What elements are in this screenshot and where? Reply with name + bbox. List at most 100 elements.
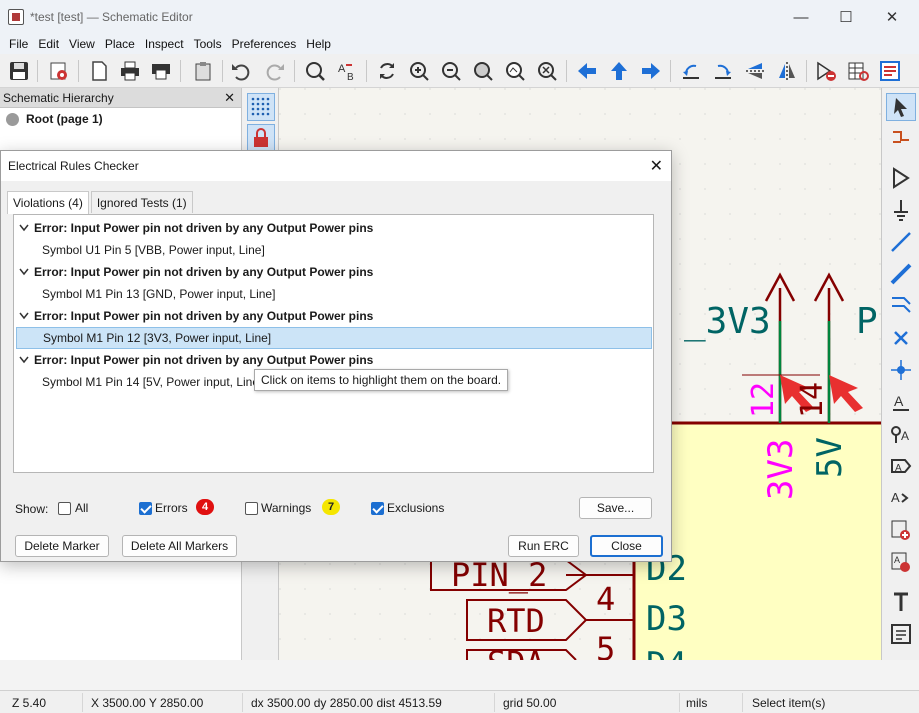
dialog-title: Electrical Rules Checker bbox=[8, 159, 139, 173]
violations-list[interactable]: Error: Input Power pin not driven by any… bbox=[13, 214, 654, 473]
menu-tools[interactable]: Tools bbox=[189, 37, 227, 51]
new-page-icon[interactable] bbox=[86, 58, 112, 84]
dialog-close-icon[interactable]: ✕ bbox=[650, 156, 663, 176]
main-toolbar: AB bbox=[0, 54, 919, 88]
save-button[interactable]: Save... bbox=[579, 497, 652, 519]
warnings-checkbox[interactable] bbox=[245, 502, 258, 515]
violation-row[interactable]: Error: Input Power pin not driven by any… bbox=[16, 261, 652, 283]
menu-preferences[interactable]: Preferences bbox=[227, 37, 302, 51]
annotate-icon[interactable] bbox=[813, 58, 839, 84]
junction-icon[interactable] bbox=[886, 356, 916, 384]
zoom-out-icon[interactable] bbox=[438, 58, 464, 84]
tab-ignored-tests[interactable]: Ignored Tests (1) bbox=[90, 191, 193, 213]
menu-help[interactable]: Help bbox=[301, 37, 336, 51]
violation-title: Error: Input Power pin not driven by any… bbox=[34, 265, 374, 279]
rotate-cw-icon[interactable] bbox=[710, 58, 736, 84]
zoom-in-icon[interactable] bbox=[406, 58, 432, 84]
chevron-down-icon[interactable] bbox=[18, 356, 30, 364]
undo-icon[interactable] bbox=[228, 58, 254, 84]
minimize-button[interactable]: — bbox=[781, 4, 821, 30]
close-window-button[interactable]: ✕ bbox=[872, 4, 912, 30]
add-power-icon[interactable] bbox=[886, 196, 916, 224]
menu-place[interactable]: Place bbox=[100, 37, 140, 51]
all-checkbox-label[interactable]: All bbox=[75, 501, 88, 515]
add-wire-icon[interactable] bbox=[886, 228, 916, 256]
menu-file[interactable]: File bbox=[4, 37, 33, 51]
bom-icon[interactable] bbox=[877, 58, 903, 84]
add-symbol-icon[interactable] bbox=[886, 164, 916, 192]
errors-checkbox[interactable] bbox=[139, 502, 152, 515]
violation-detail-row[interactable]: Symbol M1 Pin 13 [GND, Power input, Line… bbox=[16, 283, 652, 305]
plot-icon[interactable] bbox=[148, 58, 174, 84]
pin-number-5: 5 bbox=[596, 630, 615, 660]
refresh-icon[interactable] bbox=[374, 58, 400, 84]
global-label-icon[interactable]: A bbox=[886, 452, 916, 480]
violation-row[interactable]: Error: Input Power pin not driven by any… bbox=[16, 349, 652, 371]
find-icon[interactable] bbox=[302, 58, 328, 84]
violation-row[interactable]: Error: Input Power pin not driven by any… bbox=[16, 305, 652, 327]
navigate-up-icon[interactable] bbox=[606, 58, 632, 84]
mirror-vertical-icon[interactable] bbox=[742, 58, 768, 84]
hierarchy-close-button[interactable]: ✕ bbox=[224, 90, 235, 106]
label-sda: SDA bbox=[487, 644, 545, 660]
add-sheet-icon[interactable] bbox=[886, 516, 916, 544]
exclusions-checkbox-label[interactable]: Exclusions bbox=[387, 501, 444, 515]
mirror-horizontal-icon[interactable] bbox=[774, 58, 800, 84]
violation-detail-row[interactable]: Symbol U1 Pin 5 [VBB, Power input, Line] bbox=[16, 239, 652, 261]
close-button[interactable]: Close bbox=[590, 535, 663, 557]
lock-icon[interactable] bbox=[247, 124, 275, 152]
delete-all-markers-button[interactable]: Delete All Markers bbox=[122, 535, 237, 557]
menu-inspect[interactable]: Inspect bbox=[140, 37, 189, 51]
add-label-icon[interactable]: A bbox=[886, 388, 916, 416]
status-units: mils bbox=[686, 696, 708, 710]
hierarchical-label-icon[interactable]: A bbox=[886, 484, 916, 512]
all-checkbox[interactable] bbox=[58, 502, 71, 515]
run-erc-button[interactable]: Run ERC bbox=[508, 535, 579, 557]
import-sheet-pin-icon[interactable]: A bbox=[886, 548, 916, 576]
violation-detail: Symbol M1 Pin 14 [5V, Power input, Line] bbox=[42, 375, 263, 389]
symbol-fields-table-icon[interactable] bbox=[845, 58, 871, 84]
violation-detail: Symbol M1 Pin 13 [GND, Power input, Line… bbox=[42, 287, 276, 301]
delete-marker-button[interactable]: Delete Marker bbox=[15, 535, 109, 557]
rotate-ccw-icon[interactable] bbox=[678, 58, 704, 84]
net-class-label-icon[interactable]: A bbox=[886, 420, 916, 448]
select-cursor-icon[interactable] bbox=[886, 93, 916, 121]
violation-detail-row-selected[interactable]: Symbol M1 Pin 12 [3V3, Power input, Line… bbox=[16, 327, 652, 349]
dialog-tabs: Violations (4) Ignored Tests (1) bbox=[7, 191, 195, 214]
show-label: Show: bbox=[15, 502, 49, 516]
zoom-selection-icon[interactable] bbox=[534, 58, 560, 84]
chevron-down-icon[interactable] bbox=[18, 268, 30, 276]
menu-edit[interactable]: Edit bbox=[33, 37, 64, 51]
bus-entry-icon[interactable] bbox=[886, 292, 916, 320]
zoom-fit-icon[interactable] bbox=[470, 58, 496, 84]
add-bus-icon[interactable] bbox=[886, 260, 916, 288]
right-toolbar: A A A A A bbox=[881, 88, 919, 660]
violation-row[interactable]: Error: Input Power pin not driven by any… bbox=[16, 217, 652, 239]
no-connect-icon[interactable] bbox=[886, 324, 916, 352]
pin-number-14: 14 bbox=[795, 382, 830, 418]
exclusions-checkbox[interactable] bbox=[371, 502, 384, 515]
menu-view[interactable]: View bbox=[64, 37, 100, 51]
navigate-back-icon[interactable] bbox=[574, 58, 600, 84]
tab-violations[interactable]: Violations (4) bbox=[7, 191, 89, 214]
find-replace-icon[interactable]: AB bbox=[334, 58, 360, 84]
save-icon[interactable] bbox=[6, 58, 32, 84]
redo-icon[interactable] bbox=[262, 58, 288, 84]
chevron-down-icon[interactable] bbox=[18, 224, 30, 232]
warnings-checkbox-label[interactable]: Warnings bbox=[261, 501, 311, 515]
highlight-net-icon[interactable] bbox=[886, 126, 916, 154]
add-text-icon[interactable] bbox=[886, 588, 916, 616]
violation-detail: Symbol M1 Pin 12 [3V3, Power input, Line… bbox=[43, 331, 272, 345]
navigate-forward-icon[interactable] bbox=[638, 58, 664, 84]
errors-checkbox-label[interactable]: Errors bbox=[155, 501, 188, 515]
grid-toggle-icon[interactable] bbox=[247, 93, 275, 121]
hierarchy-root-item[interactable]: Root (page 1) bbox=[0, 108, 241, 130]
maximize-button[interactable]: ☐ bbox=[826, 4, 866, 30]
schematic-setup-icon[interactable] bbox=[46, 58, 72, 84]
add-textbox-icon[interactable] bbox=[886, 620, 916, 648]
zoom-objects-icon[interactable] bbox=[502, 58, 528, 84]
menu-bar: File Edit View Place Inspect Tools Prefe… bbox=[0, 34, 919, 54]
paste-icon[interactable] bbox=[190, 58, 216, 84]
print-icon[interactable] bbox=[117, 58, 143, 84]
chevron-down-icon[interactable] bbox=[18, 312, 30, 320]
